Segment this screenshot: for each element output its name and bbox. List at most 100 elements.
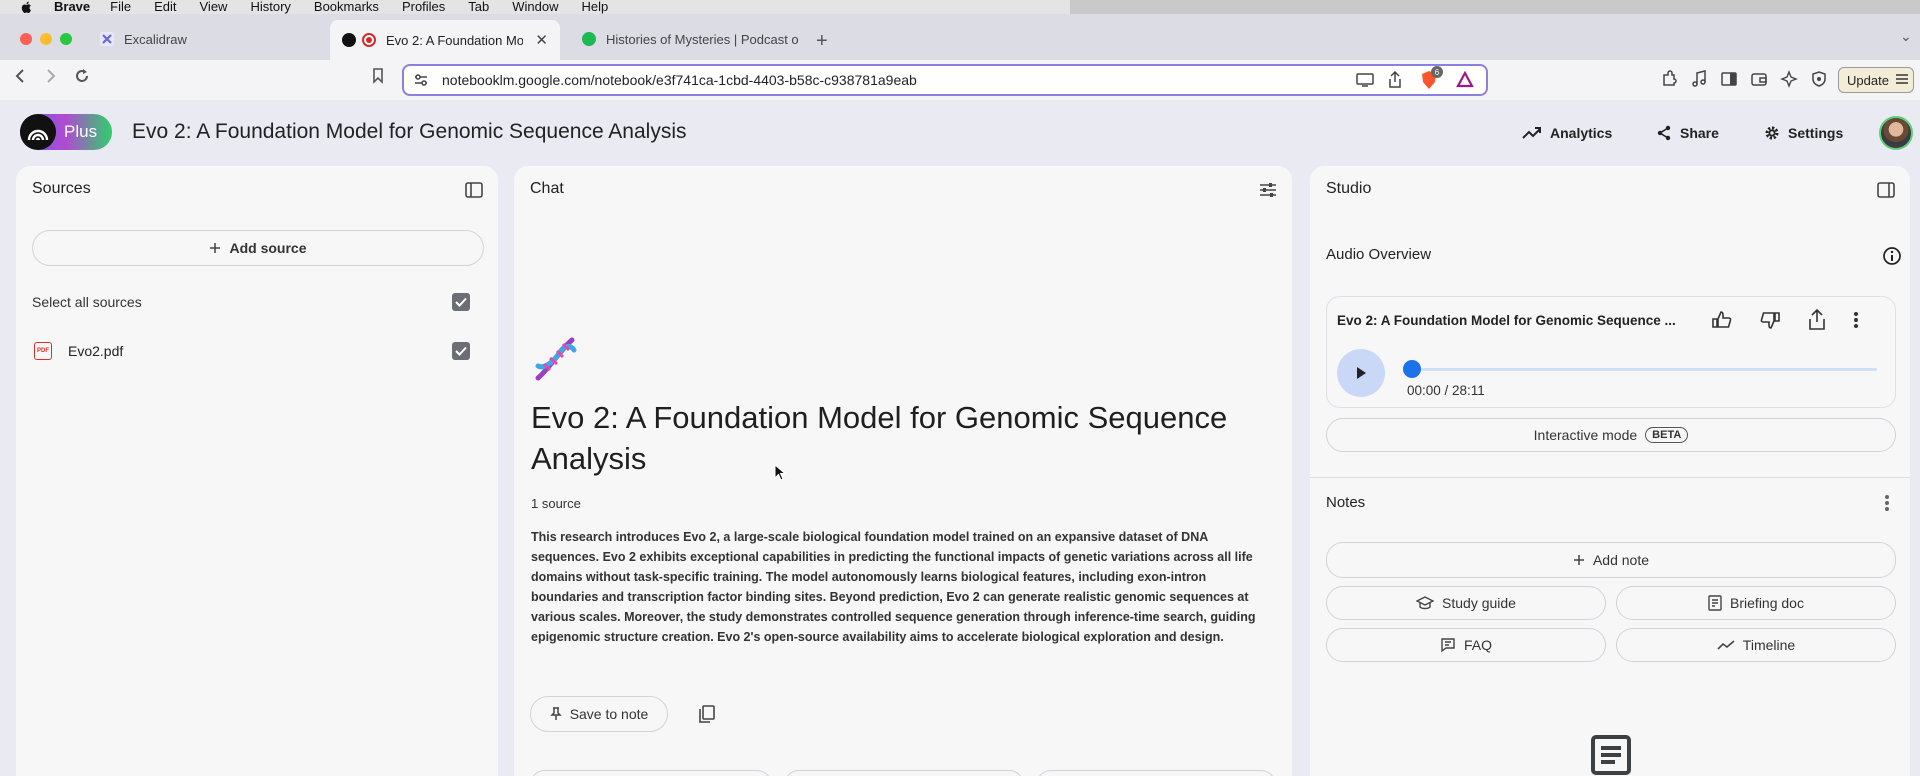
more-options-icon[interactable]	[1853, 311, 1859, 334]
cast-icon[interactable]	[1356, 73, 1374, 90]
audio-title: Evo 2: A Foundation Model for Genomic Se…	[1337, 313, 1676, 328]
back-arrow-icon[interactable]	[14, 68, 28, 89]
audio-overview-card: Evo 2: A Foundation Model for Genomic Se…	[1326, 296, 1896, 408]
share-audio-icon[interactable]	[1807, 308, 1827, 336]
tab-histories-podcast[interactable]: Histories of Mysteries | Podcast o	[570, 22, 810, 56]
audio-time: 00:00 / 28:11	[1407, 383, 1485, 398]
play-icon	[1357, 367, 1366, 379]
extensions-icon[interactable]	[1660, 70, 1678, 88]
pdf-file-icon: PDF	[34, 342, 52, 360]
share-button[interactable]: Share	[1646, 117, 1729, 149]
notes-more-options-icon[interactable]	[1884, 494, 1890, 517]
notebook-summary: This research introduces Evo 2, a large-…	[531, 530, 1256, 644]
audio-progress-track[interactable]	[1407, 368, 1877, 371]
interactive-mode-button[interactable]: Interactive mode BETA	[1326, 418, 1896, 452]
settings-button[interactable]: Settings	[1754, 117, 1853, 149]
browser-toolbar: notebooklm.google.com/notebook/e3f741ca-…	[0, 60, 1920, 100]
share-icon	[1657, 125, 1671, 141]
menu-help[interactable]: Help	[582, 0, 609, 14]
pin-icon	[549, 707, 562, 720]
source-name: Evo2.pdf	[68, 343, 124, 359]
save-to-note-button[interactable]: Save to note	[530, 696, 668, 732]
chat-settings-sliders-icon[interactable]	[1258, 180, 1278, 200]
url-text: notebooklm.google.com/notebook/e3f741ca-…	[442, 72, 917, 88]
update-button[interactable]: Update	[1838, 67, 1914, 93]
wallet-icon[interactable]	[1750, 70, 1768, 88]
new-tab-plus-icon[interactable]: +	[816, 30, 828, 53]
analytics-button[interactable]: Analytics	[1512, 117, 1622, 149]
suggested-question-chip[interactable]	[530, 770, 772, 776]
recording-icon	[362, 33, 376, 47]
sidebar-toggle-icon[interactable]	[1720, 70, 1738, 88]
mouse-cursor-icon	[774, 464, 786, 481]
trending-up-icon	[1522, 127, 1541, 139]
reload-icon[interactable]	[74, 68, 90, 89]
vpn-shield-icon[interactable]	[1810, 70, 1828, 88]
window-close-button[interactable]	[20, 33, 32, 45]
tab-label: Histories of Mysteries | Podcast o	[606, 31, 798, 47]
macos-menu-bar: Brave File Edit View History Bookmarks P…	[0, 0, 1920, 14]
excalidraw-favicon-icon	[100, 32, 114, 46]
add-note-button[interactable]: Add note	[1326, 542, 1896, 578]
tab-evo2-notebook[interactable]: Evo 2: A Foundation Mode ✕	[330, 20, 560, 60]
briefing-doc-button[interactable]: Briefing doc	[1616, 586, 1896, 620]
faq-button[interactable]: FAQ	[1326, 628, 1606, 662]
add-source-button[interactable]: Add source	[32, 230, 484, 266]
menu-file[interactable]: File	[110, 0, 131, 14]
forward-arrow-icon[interactable]	[44, 68, 58, 89]
tab-list-chevron-icon[interactable]: ⌄	[1900, 28, 1912, 45]
play-button[interactable]	[1337, 349, 1385, 397]
faq-chat-icon	[1441, 638, 1455, 653]
address-bar[interactable]: notebooklm.google.com/notebook/e3f741ca-…	[402, 64, 1488, 96]
notebooklm-favicon-icon	[342, 33, 356, 47]
graduation-cap-icon	[1416, 596, 1435, 610]
thumbs-down-icon[interactable]	[1759, 309, 1781, 336]
suggested-question-chip[interactable]	[784, 770, 1024, 776]
timeline-button[interactable]: Timeline	[1616, 628, 1896, 662]
suggested-question-chip[interactable]	[1036, 770, 1276, 776]
menu-history[interactable]: History	[250, 0, 290, 14]
source-checkbox[interactable]	[452, 342, 470, 360]
menu-profiles[interactable]: Profiles	[402, 0, 445, 14]
study-guide-button[interactable]: Study guide	[1326, 586, 1606, 620]
collapse-panel-icon[interactable]	[1876, 180, 1896, 200]
source-count: 1 source	[531, 496, 581, 511]
beta-badge: BETA	[1645, 427, 1689, 443]
plan-label: Plus	[64, 122, 98, 141]
menu-tab[interactable]: Tab	[468, 0, 489, 14]
audio-progress-knob[interactable]	[1403, 360, 1421, 378]
tab-excalidraw[interactable]: Excalidraw	[88, 22, 328, 56]
spotify-favicon-icon	[582, 32, 596, 46]
info-icon[interactable]	[1882, 246, 1902, 271]
window-minimize-button[interactable]	[40, 33, 52, 45]
share-label: Share	[1680, 125, 1719, 141]
menu-app-name[interactable]: Brave	[54, 0, 90, 14]
menu-bookmarks[interactable]: Bookmarks	[314, 0, 379, 14]
add-source-label: Add source	[229, 240, 307, 256]
settings-label: Settings	[1788, 125, 1844, 141]
bookmark-icon[interactable]	[372, 68, 384, 89]
account-avatar[interactable]	[1879, 116, 1913, 150]
share-page-icon[interactable]	[1388, 70, 1402, 92]
menu-window[interactable]: Window	[512, 0, 558, 14]
studio-divider	[1310, 477, 1910, 478]
menu-view[interactable]: View	[200, 0, 228, 14]
update-label: Update	[1847, 72, 1889, 88]
notebooklm-plus-logo[interactable]: Plus	[20, 114, 112, 150]
sources-panel-title: Sources	[32, 180, 91, 197]
sources-panel: Sources Add source Select all sources PD…	[16, 166, 498, 776]
select-all-checkbox[interactable]	[452, 293, 470, 311]
tab-close-icon[interactable]: ✕	[535, 31, 548, 49]
copy-icon[interactable]	[698, 704, 716, 729]
apple-icon[interactable]	[20, 0, 34, 14]
leo-ai-icon[interactable]	[1780, 70, 1798, 88]
studio-panel-title: Studio	[1326, 180, 1372, 197]
notebook-title[interactable]: Evo 2: A Foundation Model for Genomic Se…	[132, 120, 687, 144]
brave-rewards-icon[interactable]	[1456, 70, 1474, 92]
media-icon[interactable]	[1690, 70, 1708, 88]
site-settings-icon[interactable]	[414, 73, 428, 87]
collapse-panel-icon[interactable]	[464, 180, 484, 200]
window-zoom-button[interactable]	[60, 33, 72, 45]
thumbs-up-icon[interactable]	[1711, 309, 1733, 336]
menu-edit[interactable]: Edit	[154, 0, 176, 14]
